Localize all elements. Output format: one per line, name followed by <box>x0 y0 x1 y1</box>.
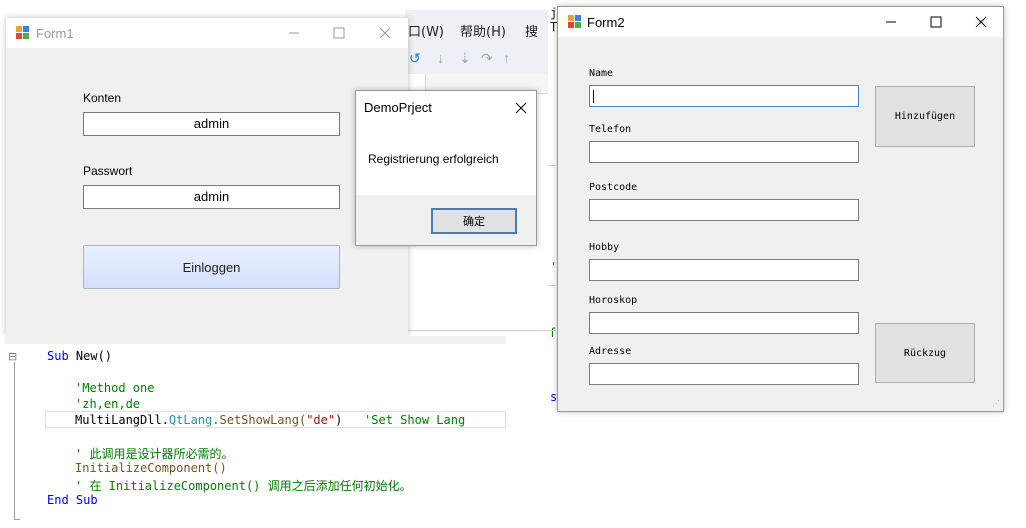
ok-button[interactable]: 确定 <box>431 208 517 234</box>
password-input[interactable]: admin <box>83 185 340 209</box>
menu-search[interactable]: 搜 <box>525 21 538 40</box>
form2-title: Form2 <box>587 15 625 30</box>
step-into-icon[interactable]: ↓ <box>437 50 444 66</box>
login-button[interactable]: Einloggen <box>83 245 340 289</box>
maximize-button[interactable] <box>919 11 953 33</box>
string-literal: "de" <box>306 413 336 427</box>
dialog-message: Registrierung erfolgreich <box>368 152 499 166</box>
maximize-icon <box>333 27 345 39</box>
horoscope-label: Horoskop <box>589 295 638 306</box>
phone-input[interactable] <box>589 141 859 163</box>
ide-line <box>548 330 556 331</box>
code-line-7: ' 在 InitializeComponent() 调用之后添加任何初始化。 <box>75 479 412 493</box>
message-dialog: DemoPrject Registrierung erfolgreich 确定 <box>355 90 537 246</box>
back-button[interactable]: Rückzug <box>875 323 975 383</box>
minimize-icon <box>886 21 896 23</box>
code-line-5: ' 此调用是设计器所必需的。 <box>75 447 234 461</box>
comment: 'Set Show Lang <box>342 413 466 427</box>
hobby-label: Hobby <box>589 242 620 253</box>
dialog-title: DemoPrject <box>364 100 432 115</box>
ide-toolbar: ↺ ↓ ⇣ ↷ ↑ <box>405 44 550 74</box>
code-line-6: InitializeComponent() <box>75 461 227 475</box>
account-label: Konten <box>83 91 122 105</box>
code-text: MultiLangDll. <box>75 413 169 427</box>
type-name: QtLang <box>168 413 213 427</box>
form2-titlebar[interactable]: Form2 <box>558 7 1003 37</box>
code-line-4: MultiLangDll.QtLang.SetShowLang("de") 'S… <box>75 413 465 427</box>
form-app-icon <box>568 15 581 28</box>
form1-window: Form1 Konten admin Passwort admin Einlog… <box>6 18 408 336</box>
minimize-icon <box>289 32 299 34</box>
postcode-label: Postcode <box>589 182 638 193</box>
step-up-icon[interactable]: ↑ <box>503 50 510 66</box>
dialog-footer: 确定 <box>356 195 536 245</box>
dialog-close-button[interactable] <box>504 97 538 119</box>
code-line-8: End Sub <box>47 493 98 507</box>
form1-titlebar[interactable]: Form1 <box>6 18 408 48</box>
form-app-icon <box>16 26 29 39</box>
ide-line <box>548 285 556 286</box>
method-name: .SetShowLang( <box>212 413 307 427</box>
hobby-input[interactable] <box>589 259 859 281</box>
text-cursor <box>593 90 594 103</box>
editor-top-strip <box>5 336 506 344</box>
maximize-icon <box>930 16 942 28</box>
keyword: Sub <box>47 349 69 363</box>
ide-divider <box>405 330 550 331</box>
undo-icon[interactable]: ↺ <box>409 50 421 67</box>
code-line-2: 'Method one <box>75 381 155 395</box>
resize-grip-icon[interactable]: ⋰ <box>992 400 1000 408</box>
account-input[interactable]: admin <box>83 112 340 136</box>
form1-title: Form1 <box>36 26 74 41</box>
phone-label: Telefon <box>589 124 632 135</box>
step-over-icon[interactable]: ⇣ <box>459 50 471 67</box>
code-text: New() <box>68 349 113 363</box>
horoscope-input[interactable] <box>589 312 859 334</box>
close-button[interactable] <box>964 11 998 33</box>
collapse-icon[interactable]: ⊟ <box>8 350 17 363</box>
form2-window: Form2 Name Telefon Postcode Hobby Horosk… <box>557 6 1004 412</box>
outline-line <box>14 362 15 520</box>
code-line-1: Sub New() <box>47 349 112 363</box>
menu-window[interactable]: 口(W) <box>408 21 444 40</box>
code-line-3: 'zh,en,de <box>75 397 141 411</box>
ide-fragment-f: f <box>549 326 557 340</box>
close-icon <box>379 27 391 39</box>
password-label: Passwort <box>83 164 133 178</box>
address-input[interactable] <box>589 363 859 385</box>
name-input[interactable] <box>589 85 859 107</box>
outline-end <box>14 519 20 520</box>
menu-help[interactable]: 帮助(H) <box>460 21 506 40</box>
name-label: Name <box>589 68 614 79</box>
postcode-input[interactable] <box>589 199 859 221</box>
close-icon <box>515 102 527 114</box>
add-button[interactable]: Hinzufügen <box>875 86 975 147</box>
ide-line <box>548 165 556 166</box>
close-icon <box>975 16 987 28</box>
minimize-button[interactable] <box>874 11 908 33</box>
address-label: Adresse <box>589 346 632 357</box>
maximize-button[interactable] <box>322 22 356 44</box>
close-button[interactable] <box>368 22 402 44</box>
code-editor: ⊟ Sub New() 'Method one 'zh,en,de MultiL… <box>5 336 506 528</box>
minimize-button[interactable] <box>277 22 311 44</box>
desktop: { "ide": { "menu_window": "口(W)", "menu_… <box>0 0 1026 528</box>
step-out-icon[interactable]: ↷ <box>481 50 493 67</box>
ide-menu-bar: 口(W) 帮助(H) 搜 <box>405 10 550 44</box>
